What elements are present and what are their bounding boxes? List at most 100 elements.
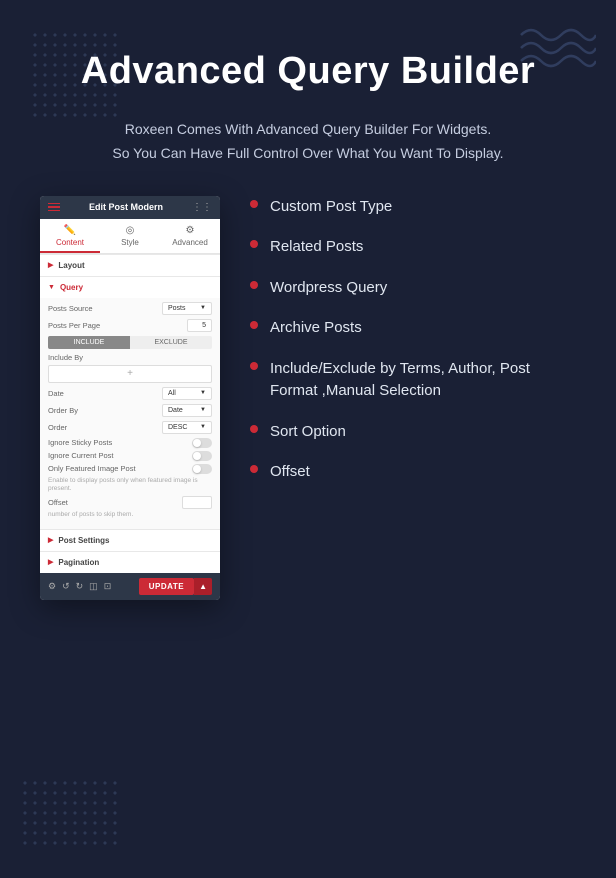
tab-style[interactable]: ◎ Style [100, 219, 160, 253]
query-section-content: Posts Source Posts ▼ Posts Per Page 5 [40, 298, 220, 529]
bg-dots-bottom-left [20, 778, 120, 848]
order-by-label: Order By [48, 406, 162, 415]
order-by-row: Order By Date ▼ [48, 404, 212, 417]
section-layout: ▶ Layout [40, 254, 220, 276]
arrow-right-icon: ▶ [48, 261, 53, 269]
feature-offset: Offset [270, 461, 310, 484]
circle-icon: ◎ [104, 225, 156, 236]
widget-header: Edit Post Modern ⋮⋮ [40, 196, 220, 219]
page-subtitle: Roxeen Comes With Advanced Query Builder… [40, 118, 576, 166]
posts-source-input[interactable]: Posts ▼ [162, 302, 212, 315]
responsive-icon[interactable]: ⊡ [104, 581, 112, 592]
pagination-header[interactable]: ▶ Pagination [40, 552, 220, 573]
feature-custom-post: Custom Post Type [270, 196, 392, 219]
widget-body: ▶ Layout ▼ Query Posts Source [40, 254, 220, 573]
orderby-dropdown-icon: ▼ [200, 407, 206, 413]
plus-icon: + [127, 369, 133, 379]
update-arrow-button[interactable]: ▲ [194, 578, 212, 595]
feature-sort-option: Sort Option [270, 421, 346, 444]
order-by-input[interactable]: Date ▼ [162, 404, 212, 417]
offset-note: number of posts to skip them. [48, 511, 212, 519]
redo-icon[interactable]: ↻ [76, 581, 84, 592]
date-dropdown-icon: ▼ [200, 390, 206, 396]
feature-archive-posts: Archive Posts [270, 317, 362, 340]
only-featured-row: Only Featured Image Post [48, 464, 212, 474]
pagination-arrow-icon: ▶ [48, 558, 53, 566]
feature-include-exclude: Include/Exclude by Terms, Author, Post F… [270, 358, 576, 403]
features-list: Custom Post Type Related Posts Wordpress… [250, 196, 576, 502]
list-item: Include/Exclude by Terms, Author, Post F… [250, 358, 576, 403]
gear-icon: ⚙ [164, 225, 216, 236]
settings-footer-icon[interactable]: ⚙ [48, 581, 56, 592]
page-title: Advanced Query Builder [40, 50, 576, 93]
ignore-current-row: Ignore Current Post [48, 451, 212, 461]
widget-mockup: Edit Post Modern ⋮⋮ ✏️ Content ◎ Style ⚙… [40, 196, 220, 600]
date-input[interactable]: All ▼ [162, 387, 212, 400]
date-label: Date [48, 389, 162, 398]
offset-label: Offset [48, 498, 182, 507]
update-group: UPDATE ▲ [139, 578, 212, 595]
bullet-offset [250, 465, 258, 473]
list-item: Archive Posts [250, 317, 576, 340]
widget-header-icons: ⋮⋮ [192, 202, 212, 213]
offset-row: Offset [48, 496, 212, 509]
tab-advanced[interactable]: ⚙ Advanced [160, 219, 220, 253]
widget-tabs: ✏️ Content ◎ Style ⚙ Advanced [40, 219, 220, 254]
ignore-sticky-label: Ignore Sticky Posts [48, 438, 192, 447]
feature-wordpress-query: Wordpress Query [270, 277, 387, 300]
post-settings-header[interactable]: ▶ Post Settings [40, 530, 220, 551]
dropdown-arrow-icon: ▼ [200, 305, 206, 311]
section-pagination: ▶ Pagination [40, 551, 220, 573]
section-post-settings: ▶ Post Settings [40, 529, 220, 551]
footer-icons: ⚙ ↺ ↻ ◫ ⊡ [48, 581, 111, 592]
undo-icon[interactable]: ↺ [62, 581, 70, 592]
bullet-include-exclude [250, 362, 258, 370]
bullet-archive-posts [250, 321, 258, 329]
posts-source-row: Posts Source Posts ▼ [48, 302, 212, 315]
list-item: Offset [250, 461, 576, 484]
posts-per-page-row: Posts Per Page 5 [48, 319, 212, 332]
posts-source-label: Posts Source [48, 304, 162, 313]
bullet-related-posts [250, 240, 258, 248]
ignore-sticky-row: Ignore Sticky Posts [48, 438, 212, 448]
pencil-icon: ✏️ [44, 225, 96, 236]
widget-footer: ⚙ ↺ ↻ ◫ ⊡ UPDATE ▲ [40, 573, 220, 600]
widget-header-title: Edit Post Modern [89, 202, 163, 212]
post-settings-arrow-icon: ▶ [48, 536, 53, 544]
arrow-down-icon: ▼ [48, 284, 55, 291]
posts-per-page-input[interactable]: 5 [187, 319, 212, 332]
order-dropdown-icon: ▼ [200, 424, 206, 430]
bullet-sort-option [250, 425, 258, 433]
section-query: ▼ Query Posts Source Posts ▼ [40, 276, 220, 529]
only-featured-note: Enable to display posts only when featur… [48, 477, 212, 494]
layout-section-header[interactable]: ▶ Layout [40, 255, 220, 276]
only-featured-label: Only Featured Image Post [48, 464, 192, 473]
query-section-header[interactable]: ▼ Query [40, 277, 220, 298]
feature-related-posts: Related Posts [270, 236, 363, 259]
list-item: Custom Post Type [250, 196, 576, 219]
include-by-box[interactable]: + [48, 365, 212, 383]
list-item: Wordpress Query [250, 277, 576, 300]
order-label: Order [48, 423, 162, 432]
bullet-custom-post [250, 200, 258, 208]
bullet-wp-query [250, 281, 258, 289]
include-exclude-row: INCLUDE EXCLUDE [48, 336, 212, 349]
order-input[interactable]: DESC ▼ [162, 421, 212, 434]
hamburger-icon[interactable] [48, 203, 60, 212]
ignore-sticky-toggle[interactable] [192, 438, 212, 448]
offset-input[interactable] [182, 496, 212, 509]
posts-per-page-label: Posts Per Page [48, 321, 187, 330]
ignore-current-label: Ignore Current Post [48, 451, 192, 460]
include-by-label: Include By [48, 353, 212, 362]
exclude-button[interactable]: EXCLUDE [130, 336, 212, 349]
tab-content[interactable]: ✏️ Content [40, 219, 100, 253]
list-item: Related Posts [250, 236, 576, 259]
include-button[interactable]: INCLUDE [48, 336, 130, 349]
ignore-current-toggle[interactable] [192, 451, 212, 461]
order-row: Order DESC ▼ [48, 421, 212, 434]
layers-icon[interactable]: ◫ [89, 581, 98, 592]
list-item: Sort Option [250, 421, 576, 444]
update-button[interactable]: UPDATE [139, 578, 194, 595]
grid-icon: ⋮⋮ [192, 202, 212, 213]
only-featured-toggle[interactable] [192, 464, 212, 474]
